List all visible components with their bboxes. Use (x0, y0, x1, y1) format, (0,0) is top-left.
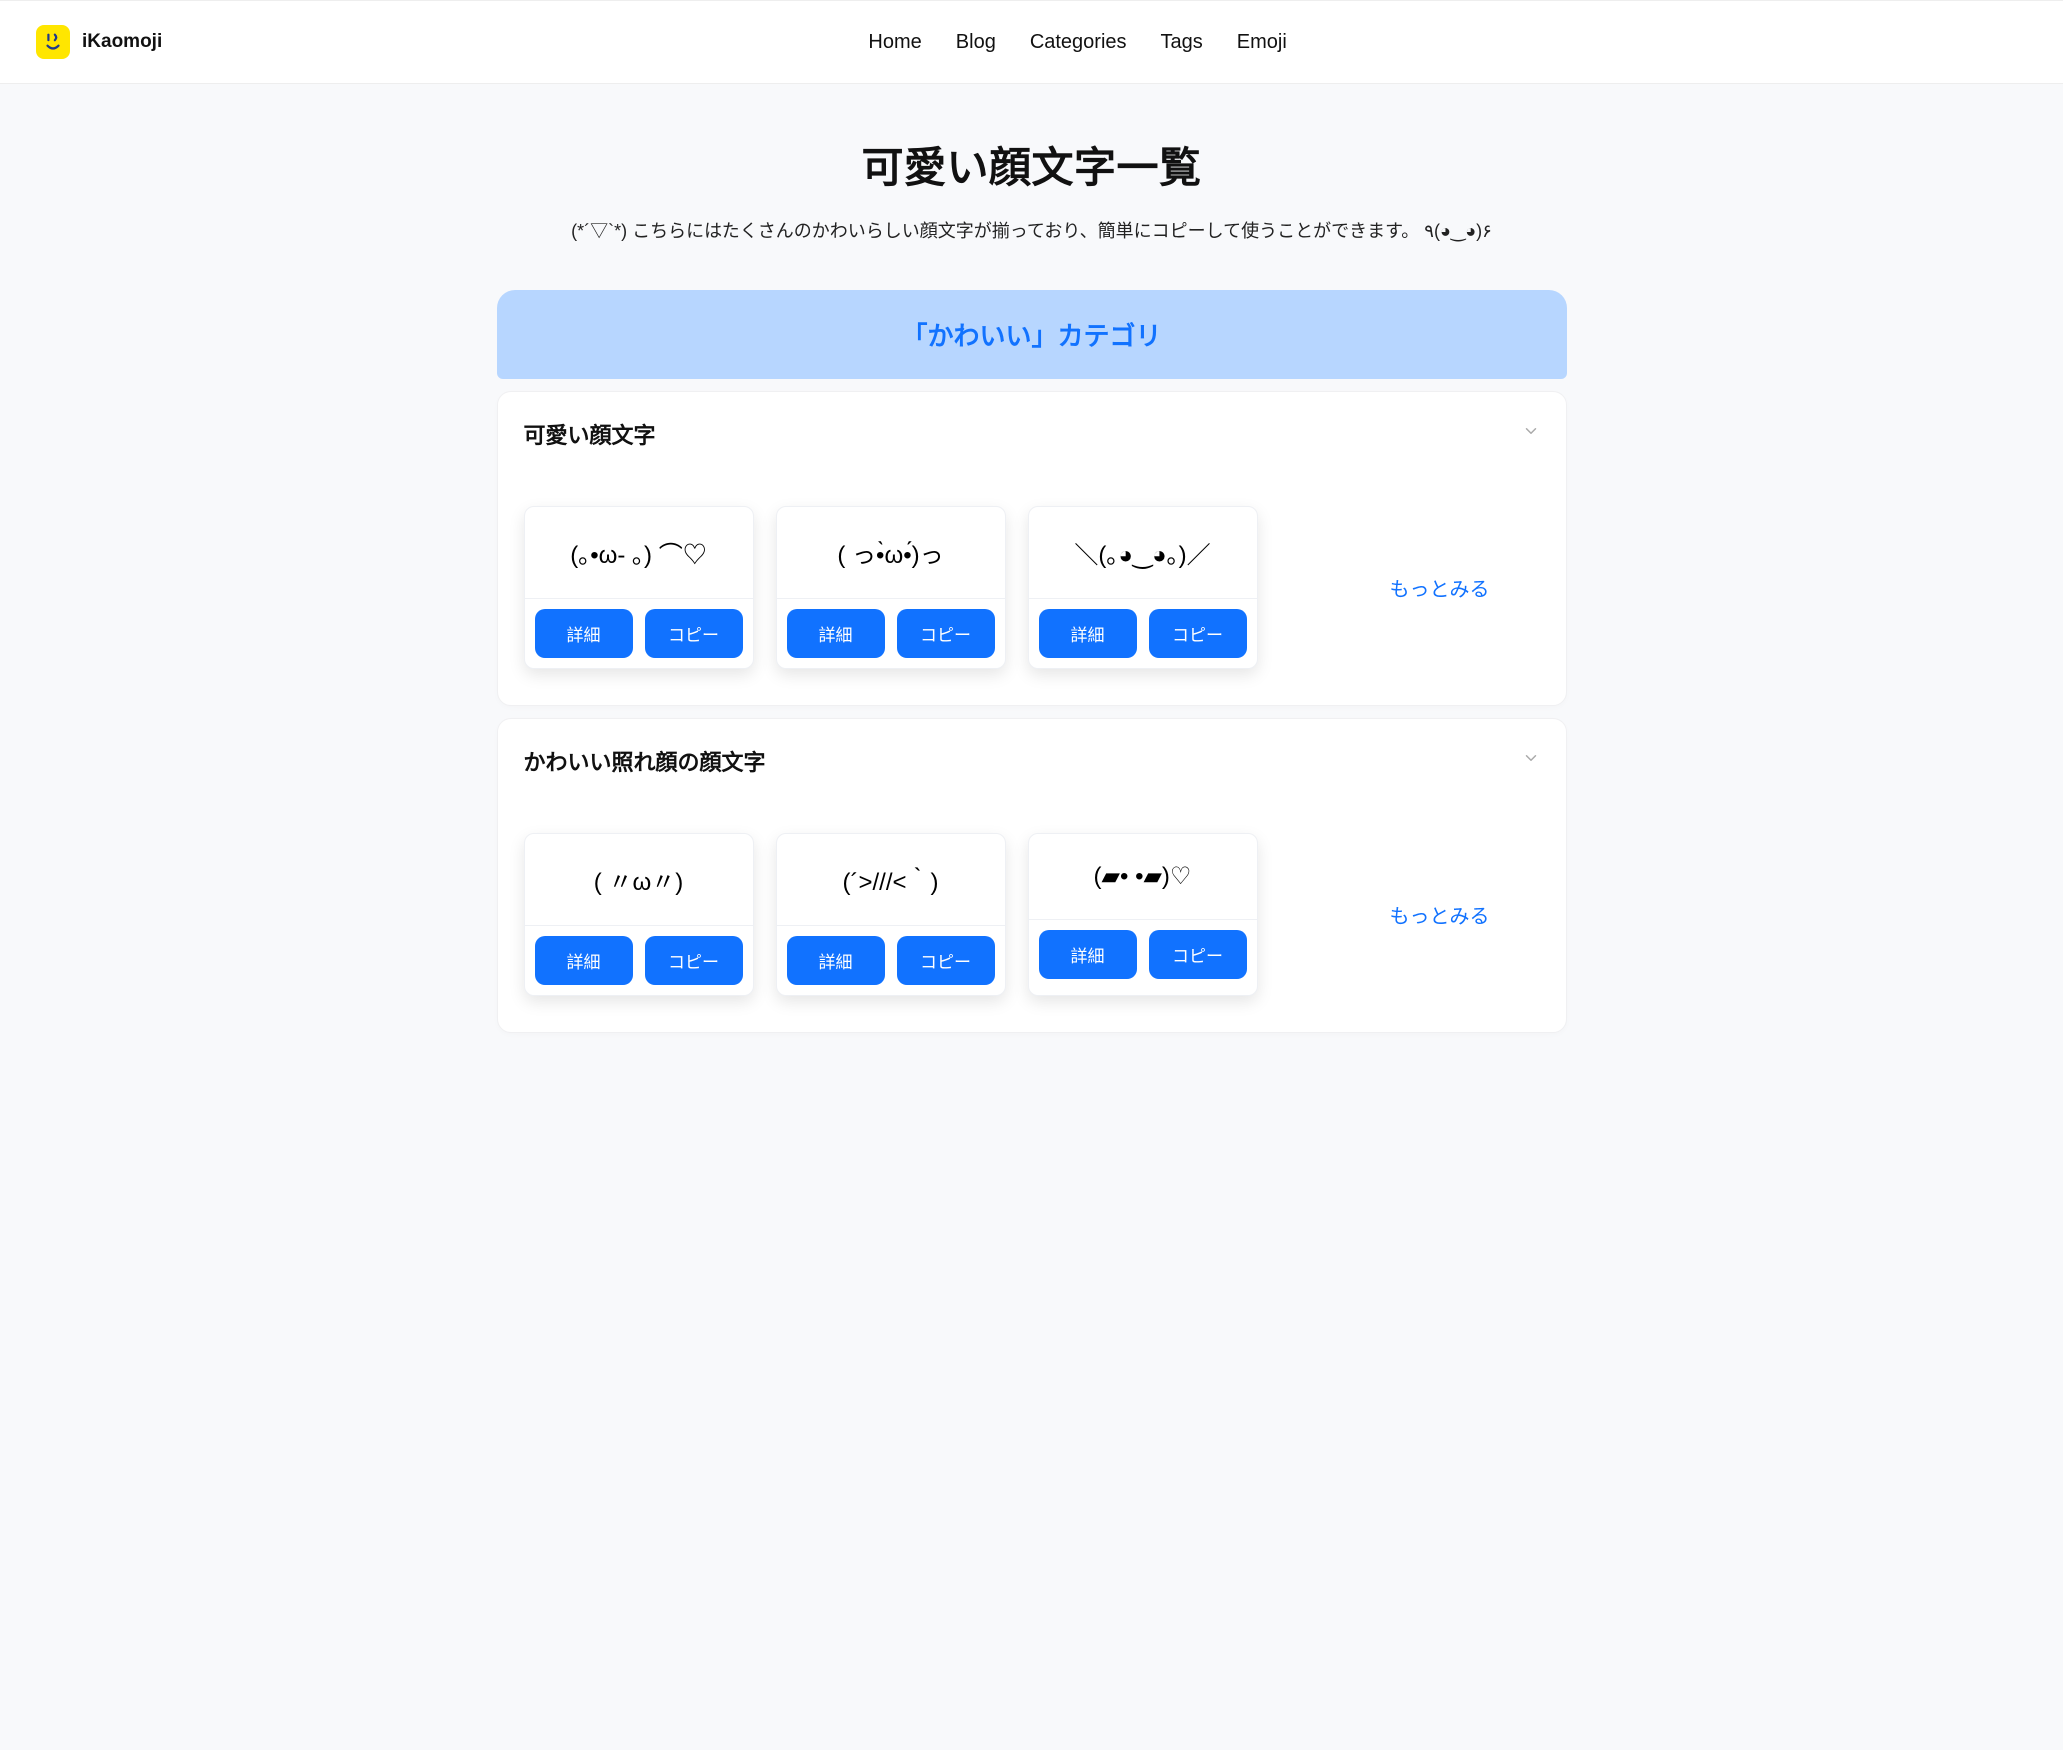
header: iKaomoji Home Blog Categories Tags Emoji (0, 0, 2063, 84)
nav-categories[interactable]: Categories (1030, 31, 1127, 54)
kaomoji-card: (´>///<｀) 詳細 コピー (776, 833, 1006, 996)
main-nav: Home Blog Categories Tags Emoji (162, 31, 1993, 54)
card-actions: 詳細 コピー (1029, 598, 1257, 668)
copy-button[interactable]: コピー (645, 936, 743, 985)
section-blush: かわいい照れ顔の顔文字 ( 〃ω〃) 詳細 コピー (´>///<｀) 詳細 (497, 718, 1567, 1033)
kaomoji-card: ( 〃ω〃) 詳細 コピー (524, 833, 754, 996)
kaomoji-card: ＼(｡◕‿◕｡)／ 詳細 コピー (1028, 506, 1258, 669)
kaomoji-face[interactable]: (｡•ω- ｡) ⌒♡ (525, 507, 753, 598)
copy-button[interactable]: コピー (645, 609, 743, 658)
more-link[interactable]: もっとみる (1340, 900, 1540, 929)
copy-button[interactable]: コピー (897, 936, 995, 985)
card-actions: 詳細 コピー (525, 925, 753, 995)
nav-emoji[interactable]: Emoji (1237, 31, 1287, 54)
kaomoji-face[interactable]: ＼(｡◕‿◕｡)／ (1029, 507, 1257, 598)
chevron-down-icon (1522, 422, 1540, 445)
logo-icon (36, 25, 70, 59)
detail-button[interactable]: 詳細 (1039, 930, 1137, 979)
kaomoji-face[interactable]: (▰• •▰)♡ (1029, 834, 1257, 919)
section-row: (｡•ω- ｡) ⌒♡ 詳細 コピー ( っ•̀ω•́)っ 詳細 コピー ＼(｡… (524, 506, 1540, 669)
card-actions: 詳細 コピー (1029, 919, 1257, 989)
kaomoji-card: ( っ•̀ω•́)っ 詳細 コピー (776, 506, 1006, 669)
kaomoji-card: (｡•ω- ｡) ⌒♡ 詳細 コピー (524, 506, 754, 669)
detail-button[interactable]: 詳細 (787, 609, 885, 658)
kaomoji-face[interactable]: ( っ•̀ω•́)っ (777, 507, 1005, 598)
section-row: ( 〃ω〃) 詳細 コピー (´>///<｀) 詳細 コピー (▰• •▰)♡ (524, 833, 1540, 996)
page-subtitle: (*´▽`*) こちらにはたくさんのかわいらしい顔文字が揃っており、簡単にコピー… (40, 217, 2023, 246)
section-title: かわいい照れ顔の顔文字 (524, 745, 766, 777)
card-actions: 詳細 コピー (777, 925, 1005, 995)
detail-button[interactable]: 詳細 (535, 609, 633, 658)
section-title: 可愛い顔文字 (524, 418, 656, 450)
detail-button[interactable]: 詳細 (1039, 609, 1137, 658)
card-actions: 詳細 コピー (525, 598, 753, 668)
cards: ( 〃ω〃) 詳細 コピー (´>///<｀) 詳細 コピー (▰• •▰)♡ (524, 833, 1318, 996)
chevron-down-icon (1522, 749, 1540, 772)
nav-tags[interactable]: Tags (1161, 31, 1203, 54)
main-content: 「かわいい」カテゴリ 可愛い顔文字 (｡•ω- ｡) ⌒♡ 詳細 コピー ( っ… (487, 290, 1577, 1093)
section-header[interactable]: 可愛い顔文字 (524, 418, 1540, 450)
kaomoji-card: (▰• •▰)♡ 詳細 コピー (1028, 833, 1258, 996)
kaomoji-face[interactable]: ( 〃ω〃) (525, 834, 753, 925)
section-cute: 可愛い顔文字 (｡•ω- ｡) ⌒♡ 詳細 コピー ( っ•̀ω•́)っ 詳細 (497, 391, 1567, 706)
brand-name: iKaomoji (82, 31, 162, 53)
copy-button[interactable]: コピー (1149, 609, 1247, 658)
kaomoji-face[interactable]: (´>///<｀) (777, 834, 1005, 925)
detail-button[interactable]: 詳細 (535, 936, 633, 985)
nav-home[interactable]: Home (868, 31, 921, 54)
section-header[interactable]: かわいい照れ顔の顔文字 (524, 745, 1540, 777)
card-actions: 詳細 コピー (777, 598, 1005, 668)
cards: (｡•ω- ｡) ⌒♡ 詳細 コピー ( っ•̀ω•́)っ 詳細 コピー ＼(｡… (524, 506, 1318, 669)
brand[interactable]: iKaomoji (36, 25, 162, 59)
copy-button[interactable]: コピー (1149, 930, 1247, 979)
category-banner: 「かわいい」カテゴリ (497, 290, 1567, 379)
page-title: 可愛い顔文字一覧 (40, 134, 2023, 195)
nav-blog[interactable]: Blog (956, 31, 996, 54)
detail-button[interactable]: 詳細 (787, 936, 885, 985)
copy-button[interactable]: コピー (897, 609, 995, 658)
more-link[interactable]: もっとみる (1340, 573, 1540, 602)
hero: 可愛い顔文字一覧 (*´▽`*) こちらにはたくさんのかわいらしい顔文字が揃って… (0, 84, 2063, 290)
